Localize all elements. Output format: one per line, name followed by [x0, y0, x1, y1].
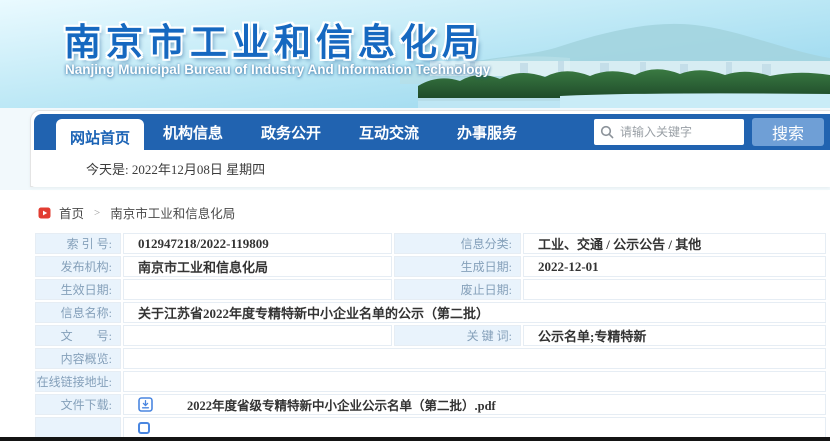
table-row: 信息名称: 关于江苏省2022年度专精特新中小企业名单的公示（第二批） — [35, 302, 826, 323]
tab-home[interactable]: 网站首页 — [56, 119, 144, 155]
tab-org-info[interactable]: 机构信息 — [163, 122, 223, 143]
search-button[interactable]: 搜索 — [752, 118, 824, 146]
field-label-keywords: 关 键 词: — [394, 325, 521, 346]
table-row: 内容概览: — [35, 348, 826, 369]
field-label-publisher: 发布机构: — [35, 256, 121, 277]
field-label-title: 信息名称: — [35, 302, 121, 323]
table-row: 索 引 号: 012947218/2022-119809 信息分类: 工业、交通… — [35, 233, 826, 254]
site-subtitle: Nanjing Municipal Bureau of Industry And… — [65, 62, 491, 77]
field-value-index: 012947218/2022-119809 — [123, 233, 392, 254]
date-bar: 今天是: 2022年12月08日 星期四 — [31, 150, 830, 187]
field-value-gen-date: 2022-12-01 — [523, 256, 826, 277]
breadcrumb-play-icon — [38, 207, 51, 219]
date-text: 今天是: 2022年12月08日 星期四 — [86, 162, 266, 177]
info-table-wrap: 索 引 号: 012947218/2022-119809 信息分类: 工业、交通… — [33, 231, 828, 437]
attachment-filename: 2022年度省级专精特新中小企业公示名单（第二批）.pdf — [187, 399, 496, 413]
site-title: 南京市工业和信息化局 — [64, 22, 484, 63]
field-label-download: 文件下载: — [35, 394, 121, 415]
clipped-value-cell — [123, 417, 826, 437]
window-bottom-edge — [0, 437, 830, 441]
field-label-gen-date: 生成日期: — [394, 256, 521, 277]
field-label-effective-date: 生效日期: — [35, 279, 121, 300]
table-row: 在线链接地址: — [35, 371, 826, 392]
main-nav: 网站首页 机构信息 政务公开 互动交流 办事服务 搜索 — [34, 114, 830, 155]
field-value-doc-number — [123, 325, 392, 346]
tab-interaction[interactable]: 互动交流 — [359, 122, 419, 143]
search-icon — [600, 125, 614, 139]
search-area: 搜索 — [594, 118, 830, 146]
field-label-overview: 内容概览: — [35, 348, 121, 369]
field-value-expiry-date — [523, 279, 826, 300]
breadcrumb: 首页 > 南京市工业和信息化局 — [38, 203, 235, 222]
table-row: 生效日期: 废止日期: — [35, 279, 826, 300]
download-icon — [138, 397, 153, 412]
field-value-category: 工业、交通 / 公示公告 / 其他 — [523, 233, 826, 254]
tab-services[interactable]: 办事服务 — [457, 122, 517, 143]
table-row: 发布机构: 南京市工业和信息化局 生成日期: 2022-12-01 — [35, 256, 826, 277]
table-row: 文件下载: 2022年度省级专精特新中小企业公示名单（第二批）.pdf — [35, 394, 826, 415]
field-value-overview — [123, 348, 826, 369]
field-value-download: 2022年度省级专精特新中小企业公示名单（第二批）.pdf — [123, 394, 826, 415]
site-banner: 南京市工业和信息化局 Nanjing Municipal Bureau of I… — [0, 0, 830, 112]
nav-card: 网站首页 机构信息 政务公开 互动交流 办事服务 搜索 今天是: 2022年12… — [30, 110, 830, 187]
attachment-link[interactable]: 2022年度省级专精特新中小企业公示名单（第二批）.pdf — [138, 395, 825, 414]
field-label-expiry-date: 废止日期: — [394, 279, 521, 300]
table-row: 文 号: 关 键 词: 公示名单;专精特新 — [35, 325, 826, 346]
table-row-clipped — [35, 417, 826, 437]
field-value-online-link — [123, 371, 826, 392]
tab-home-label: 网站首页 — [69, 129, 130, 147]
breadcrumb-current: 南京市工业和信息化局 — [110, 207, 236, 221]
field-value-keywords: 公示名单;专精特新 — [523, 325, 826, 346]
field-value-title: 关于江苏省2022年度专精特新中小企业名单的公示（第二批） — [123, 302, 826, 323]
field-value-effective-date — [123, 279, 392, 300]
field-label-online-link: 在线链接地址: — [35, 371, 121, 392]
field-label-category: 信息分类: — [394, 233, 521, 254]
breadcrumb-separator: > — [94, 206, 101, 219]
search-input-wrap[interactable] — [594, 119, 744, 145]
breadcrumb-home-link[interactable]: 首页 — [59, 203, 84, 222]
tab-gov-affairs[interactable]: 政务公开 — [261, 122, 321, 143]
field-value-publisher: 南京市工业和信息化局 — [123, 256, 392, 277]
field-label-doc-number: 文 号: — [35, 325, 121, 346]
clipped-download-icon — [138, 421, 150, 434]
clipped-label-cell — [35, 417, 121, 437]
search-input[interactable] — [620, 125, 730, 139]
field-label-index: 索 引 号: — [35, 233, 121, 254]
page: 南京市工业和信息化局 Nanjing Municipal Bureau of I… — [0, 0, 830, 443]
info-table: 索 引 号: 012947218/2022-119809 信息分类: 工业、交通… — [33, 231, 828, 437]
